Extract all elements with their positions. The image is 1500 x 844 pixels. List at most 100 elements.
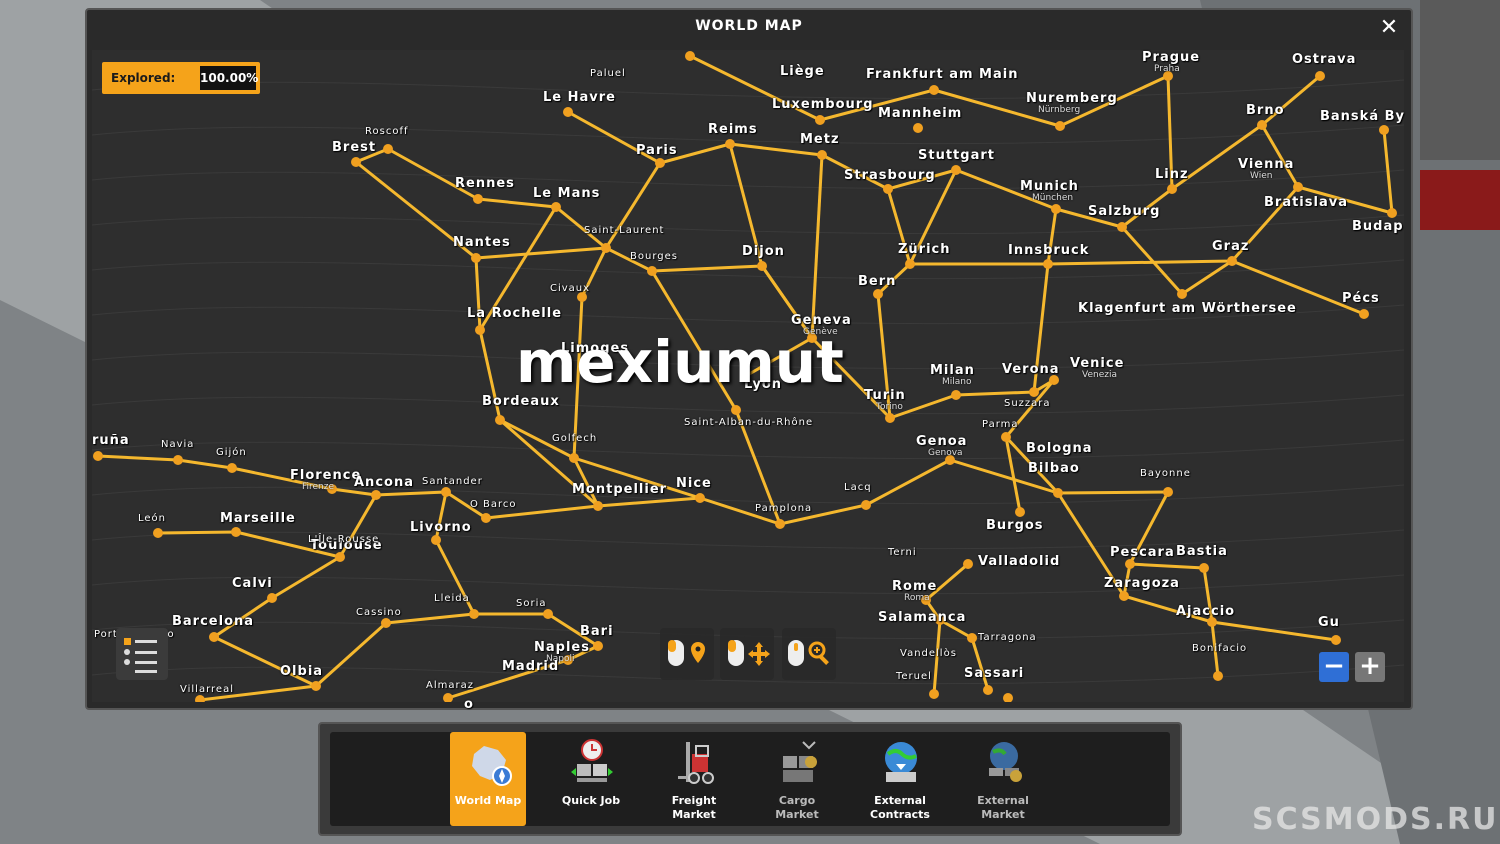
city-label[interactable]: Linz: [1155, 167, 1189, 182]
city-marker[interactable]: [351, 157, 361, 167]
city-label[interactable]: Lleida: [434, 593, 470, 604]
city-label[interactable]: Venice: [1070, 356, 1124, 371]
dock-item-quick-job[interactable]: Quick Job: [553, 732, 629, 826]
city-label[interactable]: Florence: [290, 468, 361, 483]
city-label[interactable]: Sassari: [964, 666, 1024, 681]
city-label[interactable]: Luxembourg: [772, 97, 874, 112]
city-label[interactable]: Budap: [1352, 219, 1404, 234]
city-label[interactable]: Graz: [1212, 239, 1249, 254]
city-label[interactable]: Soria: [516, 598, 546, 609]
city-marker[interactable]: [311, 681, 321, 691]
city-marker[interactable]: [153, 528, 163, 538]
city-marker[interactable]: [775, 519, 785, 529]
city-label[interactable]: Santander: [422, 476, 483, 487]
city-label[interactable]: Zaragoza: [1104, 576, 1180, 591]
city-label[interactable]: Strasbourg: [844, 168, 936, 183]
city-marker[interactable]: [1015, 507, 1025, 517]
city-label[interactable]: Salamanca: [878, 610, 966, 625]
city-label[interactable]: Villarreal: [180, 684, 234, 695]
city-marker[interactable]: [1213, 671, 1223, 681]
city-label[interactable]: Munich: [1020, 179, 1079, 194]
city-label[interactable]: o: [464, 697, 474, 712]
city-marker[interactable]: [815, 115, 825, 125]
city-marker[interactable]: [967, 633, 977, 643]
city-marker[interactable]: [655, 158, 665, 168]
city-label[interactable]: Paluel: [590, 68, 626, 79]
city-marker[interactable]: [757, 261, 767, 271]
city-label[interactable]: Innsbruck: [1008, 243, 1089, 258]
city-marker[interactable]: [885, 413, 895, 423]
city-marker[interactable]: [93, 451, 103, 461]
city-label[interactable]: Rome: [892, 579, 937, 594]
city-marker[interactable]: [647, 266, 657, 276]
city-label[interactable]: Le Havre: [543, 90, 616, 105]
city-marker[interactable]: [1119, 591, 1129, 601]
city-marker[interactable]: [873, 289, 883, 299]
city-label[interactable]: Reims: [708, 122, 758, 137]
city-marker[interactable]: [335, 552, 345, 562]
city-marker[interactable]: [469, 609, 479, 619]
city-marker[interactable]: [601, 243, 611, 253]
city-marker[interactable]: [593, 501, 603, 511]
city-marker[interactable]: [231, 527, 241, 537]
city-label[interactable]: Bari: [580, 624, 614, 639]
zoom-in-button[interactable]: +: [1355, 652, 1385, 682]
city-label[interactable]: Montpellier: [572, 482, 667, 497]
city-marker[interactable]: [441, 487, 451, 497]
city-label[interactable]: Rennes: [455, 176, 515, 191]
city-marker[interactable]: [1125, 559, 1135, 569]
city-label[interactable]: Verona: [1002, 362, 1060, 377]
city-marker[interactable]: [443, 693, 453, 702]
city-label[interactable]: Dijon: [742, 244, 785, 259]
city-marker[interactable]: [551, 202, 561, 212]
city-label[interactable]: Madrid: [502, 659, 559, 674]
city-label[interactable]: Ajaccio: [1176, 604, 1235, 619]
city-label[interactable]: Bonifacio: [1192, 643, 1247, 654]
city-label[interactable]: Zürich: [898, 242, 951, 257]
city-marker[interactable]: [173, 455, 183, 465]
city-marker[interactable]: [861, 500, 871, 510]
city-marker[interactable]: [1379, 125, 1389, 135]
city-label[interactable]: Golfech: [552, 433, 597, 444]
city-label[interactable]: Brest: [332, 140, 376, 155]
dock-item-external-contracts[interactable]: External Contracts: [862, 732, 938, 826]
city-marker[interactable]: [593, 641, 603, 651]
city-label[interactable]: Nice: [676, 476, 712, 491]
city-marker[interactable]: [495, 415, 505, 425]
city-marker[interactable]: [195, 695, 205, 702]
city-label[interactable]: O Barco: [470, 499, 517, 510]
city-label[interactable]: Klagenfurt am Wörthersee: [1078, 301, 1297, 316]
city-marker[interactable]: [431, 535, 441, 545]
city-label[interactable]: Barcelona: [172, 614, 254, 629]
city-label[interactable]: Bern: [858, 274, 896, 289]
dock-item-world-map[interactable]: World Map: [450, 732, 526, 826]
city-label[interactable]: Bilbao: [1028, 461, 1080, 476]
city-label[interactable]: Banská By: [1320, 109, 1405, 124]
city-label[interactable]: Ostrava: [1292, 52, 1356, 67]
city-marker[interactable]: [731, 405, 741, 415]
city-marker[interactable]: [1003, 693, 1013, 702]
city-label[interactable]: Paris: [636, 143, 678, 158]
city-label[interactable]: Nantes: [453, 235, 511, 250]
city-label[interactable]: Olbia: [280, 664, 323, 679]
city-label[interactable]: Navia: [161, 439, 194, 450]
legend-button[interactable]: [116, 628, 168, 680]
city-marker[interactable]: [1051, 204, 1061, 214]
city-marker[interactable]: [913, 123, 923, 133]
zoom-out-button[interactable]: −: [1319, 652, 1349, 682]
city-label[interactable]: Turin: [864, 388, 906, 403]
city-marker[interactable]: [963, 559, 973, 569]
city-marker[interactable]: [725, 139, 735, 149]
city-marker[interactable]: [1199, 563, 1209, 573]
city-label[interactable]: Burgos: [986, 518, 1044, 533]
city-label[interactable]: Civaux: [550, 283, 590, 294]
city-marker[interactable]: [929, 689, 939, 699]
city-label[interactable]: Vienna: [1238, 157, 1294, 172]
city-marker[interactable]: [1227, 256, 1237, 266]
city-marker[interactable]: [1117, 222, 1127, 232]
city-marker[interactable]: [951, 390, 961, 400]
city-label[interactable]: Gu: [1318, 615, 1340, 630]
city-label[interactable]: L'Île-Rousse: [308, 534, 379, 545]
city-label[interactable]: León: [138, 513, 166, 524]
city-marker[interactable]: [563, 107, 573, 117]
